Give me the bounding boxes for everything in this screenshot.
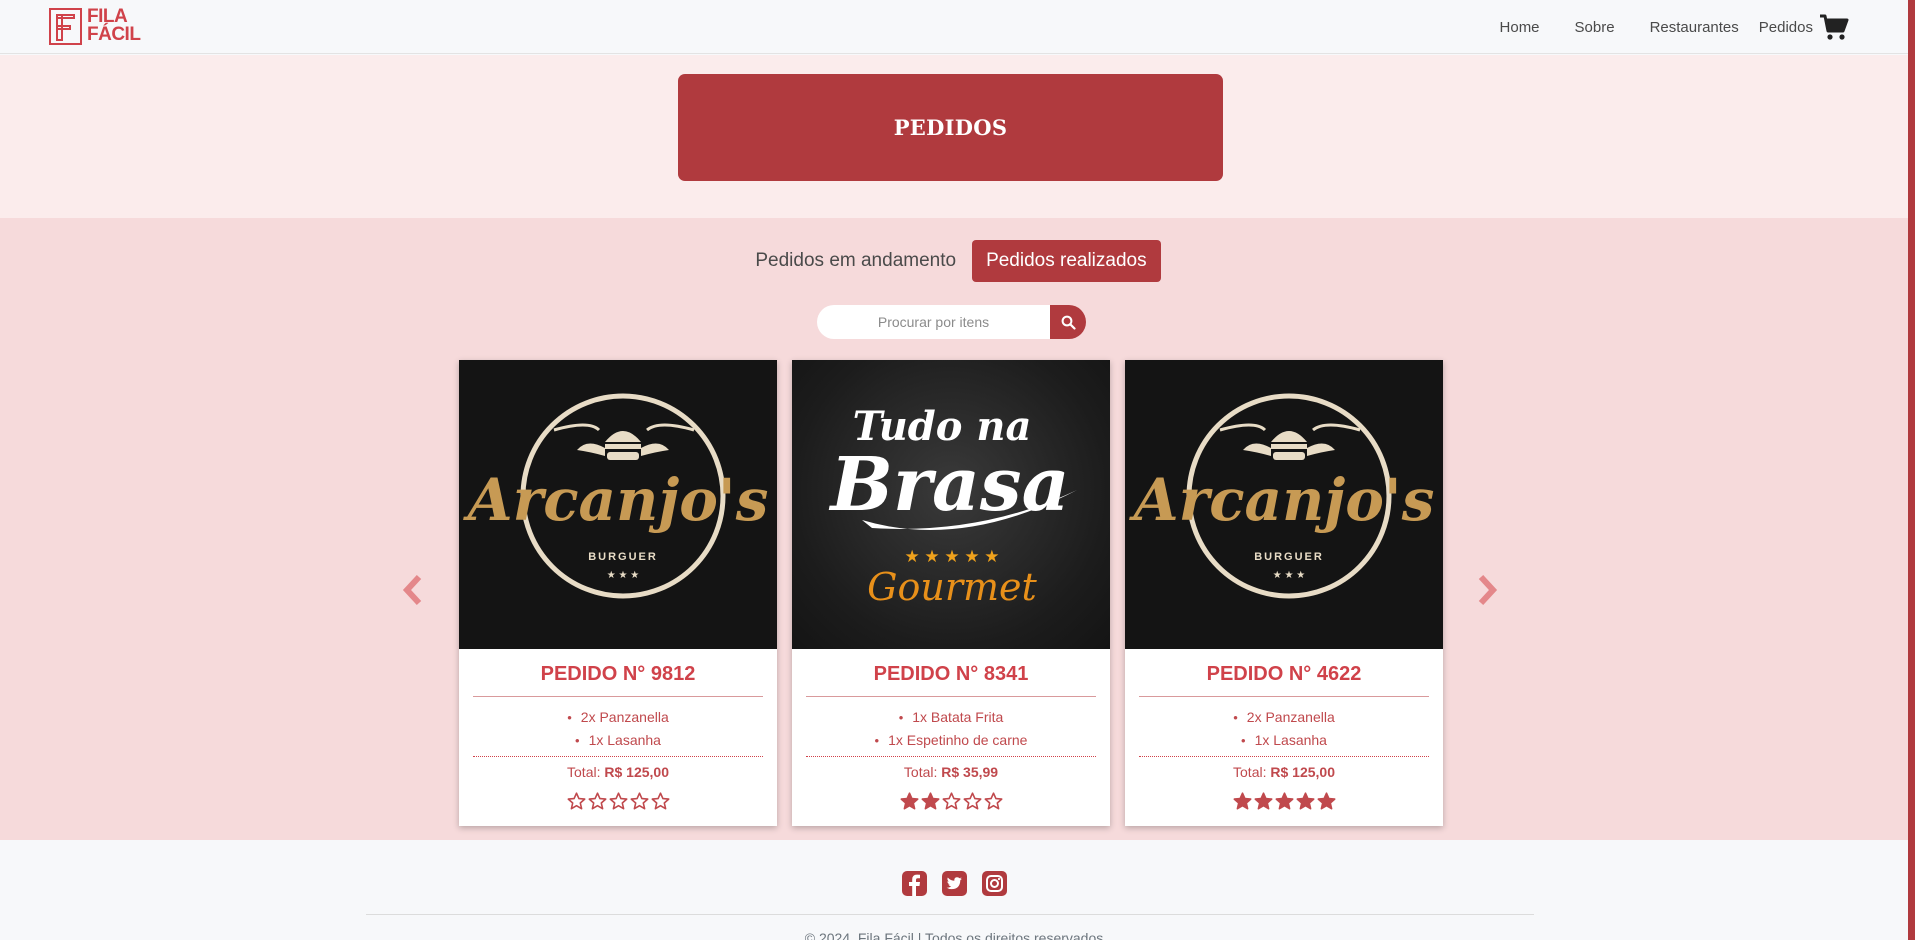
logo-mark-icon	[49, 7, 82, 45]
star-filled-icon[interactable]	[1233, 792, 1252, 811]
star-filled-icon[interactable]	[1296, 792, 1315, 811]
star-empty-icon[interactable]	[588, 792, 607, 811]
chevron-left-icon[interactable]	[401, 574, 425, 606]
search-bar	[817, 305, 1086, 339]
order-number: PEDIDO N° 4622	[1139, 663, 1429, 697]
order-item: 1x Lasanha	[473, 729, 763, 752]
star-filled-icon[interactable]	[1275, 792, 1294, 811]
brasa-logo-subtext: Gourmet	[867, 565, 1037, 609]
order-tabs: Pedidos em andamento Pedidos realizados	[0, 240, 1908, 282]
arcanjos-logo: Arcanjo's BURGUER ★ ★ ★	[1129, 393, 1435, 599]
tab-pedidos-realizados[interactable]: Pedidos realizados	[972, 240, 1161, 282]
brand-line-2: FÁCIL	[87, 24, 141, 45]
social-links	[0, 870, 1908, 897]
search-input[interactable]	[817, 305, 1050, 339]
footer: © 2024, Fila Fácil | Todos os direitos r…	[0, 840, 1908, 940]
restaurant-logo-image: Arcanjo's BURGUER ★ ★ ★	[1125, 360, 1443, 649]
star-filled-icon[interactable]	[900, 792, 919, 811]
star-filled-icon[interactable]	[1317, 792, 1336, 811]
arcanjos-logo-text: Arcanjo's	[1129, 466, 1435, 534]
order-item: 1x Lasanha	[1139, 729, 1429, 752]
order-item: 2x Panzanella	[1139, 706, 1429, 729]
arcanjos-logo-subtext: BURGUER	[588, 551, 658, 563]
total-label: Total:	[567, 764, 601, 780]
order-total: Total: R$ 125,00	[1139, 757, 1429, 780]
orders-section: Pedidos em andamento Pedidos realizados	[0, 218, 1908, 840]
restaurant-logo-image: Tudo na Brasa ★ ★ ★ ★ ★ Gourmet	[792, 360, 1110, 649]
star-filled-icon[interactable]	[1254, 792, 1273, 811]
order-total: Total: R$ 125,00	[473, 757, 763, 780]
total-value: R$ 35,99	[941, 764, 999, 780]
order-item: 2x Panzanella	[473, 706, 763, 729]
svg-text:★ ★ ★: ★ ★ ★	[607, 570, 639, 581]
page-title: PEDIDOS	[893, 115, 1008, 140]
nav-restaurantes[interactable]: Restaurantes	[1650, 19, 1739, 36]
total-label: Total:	[1233, 764, 1267, 780]
nav-home[interactable]: Home	[1500, 19, 1540, 36]
arcanjos-logo: Arcanjo's BURGUER ★ ★ ★	[463, 393, 769, 599]
total-value: R$ 125,00	[1270, 764, 1335, 780]
order-number: PEDIDO N° 9812	[473, 663, 763, 697]
rating-stars[interactable]	[473, 792, 763, 811]
svg-text:★ ★ ★: ★ ★ ★	[1273, 570, 1305, 581]
svg-text:★ ★ ★ ★ ★: ★ ★ ★ ★ ★	[904, 547, 999, 566]
restaurant-logo-image: Arcanjo's BURGUER ★ ★ ★	[459, 360, 777, 649]
twitter-icon[interactable]	[941, 870, 968, 897]
nav-links: Home Sobre Restaurantes Pedidos	[1500, 0, 1849, 54]
order-card[interactable]: Arcanjo's BURGUER ★ ★ ★ PEDIDO N° 9812 2…	[459, 360, 777, 826]
shopping-cart-icon[interactable]	[1819, 13, 1849, 41]
order-item: 1x Batata Frita	[806, 706, 1096, 729]
tudo-na-brasa-logo: Tudo na Brasa ★ ★ ★ ★ ★ Gourmet	[828, 403, 1077, 609]
order-total: Total: R$ 35,99	[806, 757, 1096, 780]
order-number: PEDIDO N° 8341	[806, 663, 1096, 697]
brand-name: FILA FÁCIL	[87, 7, 141, 45]
total-label: Total:	[903, 764, 938, 780]
page-header: PEDIDOS	[0, 55, 1908, 218]
star-empty-icon[interactable]	[963, 792, 982, 811]
star-empty-icon[interactable]	[630, 792, 649, 811]
star-empty-icon[interactable]	[651, 792, 670, 811]
page-title-box: PEDIDOS	[678, 74, 1223, 181]
chevron-right-icon[interactable]	[1475, 574, 1499, 606]
copyright-text: © 2024, Fila Fácil | Todos os direitos r…	[804, 930, 1104, 940]
star-empty-icon[interactable]	[942, 792, 961, 811]
brasa-logo-text-main: Brasa	[828, 442, 1069, 528]
star-empty-icon[interactable]	[567, 792, 586, 811]
nav-sobre[interactable]: Sobre	[1575, 19, 1615, 36]
arcanjos-logo-text: Arcanjo's	[463, 466, 769, 534]
order-item: 1x Espetinho de carne	[806, 729, 1096, 752]
facebook-icon[interactable]	[901, 870, 928, 897]
nav-pedidos[interactable]: Pedidos	[1759, 19, 1813, 36]
rating-stars[interactable]	[806, 792, 1096, 811]
order-card[interactable]: Arcanjo's BURGUER ★ ★ ★ PEDIDO N° 4622 2…	[1125, 360, 1443, 826]
star-filled-icon[interactable]	[921, 792, 940, 811]
navbar: FILA FÁCIL Home Sobre Restaurantes Pedid…	[0, 0, 1908, 54]
search-button[interactable]	[1050, 305, 1086, 339]
total-value: R$ 125,00	[604, 764, 669, 780]
magnifier-icon	[1061, 315, 1076, 330]
order-card[interactable]: Tudo na Brasa ★ ★ ★ ★ ★ Gourmet PEDIDO N…	[792, 360, 1110, 826]
brand-logo[interactable]: FILA FÁCIL	[49, 6, 141, 46]
scrollbar[interactable]	[1908, 0, 1915, 940]
order-items: 2x Panzanella 1x Lasanha	[1139, 697, 1429, 757]
order-items: 1x Batata Frita 1x Espetinho de carne	[806, 697, 1096, 757]
tab-pedidos-em-andamento[interactable]: Pedidos em andamento	[741, 240, 970, 282]
rating-stars[interactable]	[1139, 792, 1429, 811]
footer-divider	[366, 914, 1534, 915]
order-items: 2x Panzanella 1x Lasanha	[473, 697, 763, 757]
star-empty-icon[interactable]	[609, 792, 628, 811]
arcanjos-logo-subtext: BURGUER	[1254, 551, 1324, 563]
instagram-icon[interactable]	[981, 870, 1008, 897]
star-empty-icon[interactable]	[984, 792, 1003, 811]
